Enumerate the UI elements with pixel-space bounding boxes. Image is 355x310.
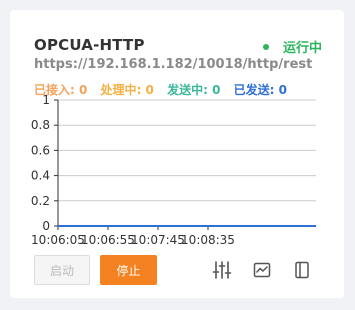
- x-tick-label: 10:06:55: [81, 233, 135, 247]
- x-tick-label: 10:07:45: [131, 233, 185, 247]
- settings-sliders-icon[interactable]: [212, 260, 232, 280]
- y-tick-label: 0.4: [31, 169, 50, 183]
- chart-icon[interactable]: [252, 260, 272, 280]
- x-tick-label: 10:08:35: [181, 233, 235, 247]
- y-tick-label: 1: [42, 93, 50, 107]
- start-button[interactable]: 启动: [34, 255, 90, 285]
- y-tick-label: 0.8: [31, 118, 50, 132]
- data-source-card: OPCUA-HTTP 运行中 https://192.168.1.182/100…: [10, 10, 344, 298]
- y-tick-label: 0: [42, 219, 50, 233]
- panel-icon[interactable]: [292, 260, 312, 280]
- x-tick-label: 10:06:05: [31, 233, 85, 247]
- y-tick-label: 0.2: [31, 194, 50, 208]
- y-tick-label: 0.6: [31, 143, 50, 157]
- stop-button[interactable]: 停止: [100, 255, 157, 285]
